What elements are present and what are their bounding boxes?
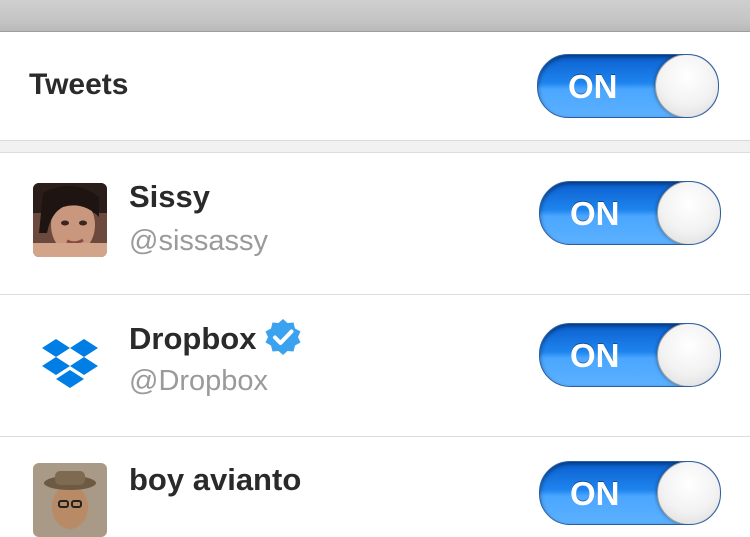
tweets-label: Tweets — [29, 68, 129, 101]
photo-avatar-icon — [33, 463, 107, 537]
toggle-on-label: ON — [568, 68, 618, 105]
account-name: Sissy — [129, 179, 211, 214]
photo-avatar-icon — [33, 183, 107, 257]
avatar — [33, 183, 107, 257]
avatar — [33, 327, 107, 401]
account-name: Dropbox — [129, 318, 302, 360]
avatar — [33, 463, 107, 537]
toggle-on-label: ON — [570, 475, 620, 512]
account-row-sissy: Sissy @sissassy ON — [0, 153, 750, 295]
toggle-knob — [657, 324, 720, 386]
account-handle: @sissassy — [129, 225, 269, 257]
dropbox-logo-icon — [33, 327, 107, 401]
account-handle: @Dropbox — [129, 365, 269, 397]
account-row-boy-avianto: boy avianto ON — [0, 437, 750, 537]
toggle-knob — [657, 462, 720, 524]
account-name-text: Dropbox — [129, 321, 257, 356]
tweets-toggle[interactable]: ON — [537, 54, 719, 118]
verified-badge-icon — [264, 318, 302, 356]
toggle-knob — [657, 182, 720, 244]
account-row-dropbox: Dropbox @Dropbox ON — [0, 295, 750, 437]
account-toggle-boy-avianto[interactable]: ON — [539, 461, 721, 525]
account-toggle-sissy[interactable]: ON — [539, 181, 721, 245]
account-name: boy avianto — [129, 462, 302, 497]
toggle-on-label: ON — [570, 337, 620, 374]
account-toggle-dropbox[interactable]: ON — [539, 323, 721, 387]
toggle-on-label: ON — [570, 195, 620, 232]
navigation-bar — [0, 0, 750, 32]
tweets-setting-row: Tweets ON — [0, 32, 750, 141]
section-separator — [0, 141, 750, 153]
toggle-knob — [655, 55, 718, 117]
